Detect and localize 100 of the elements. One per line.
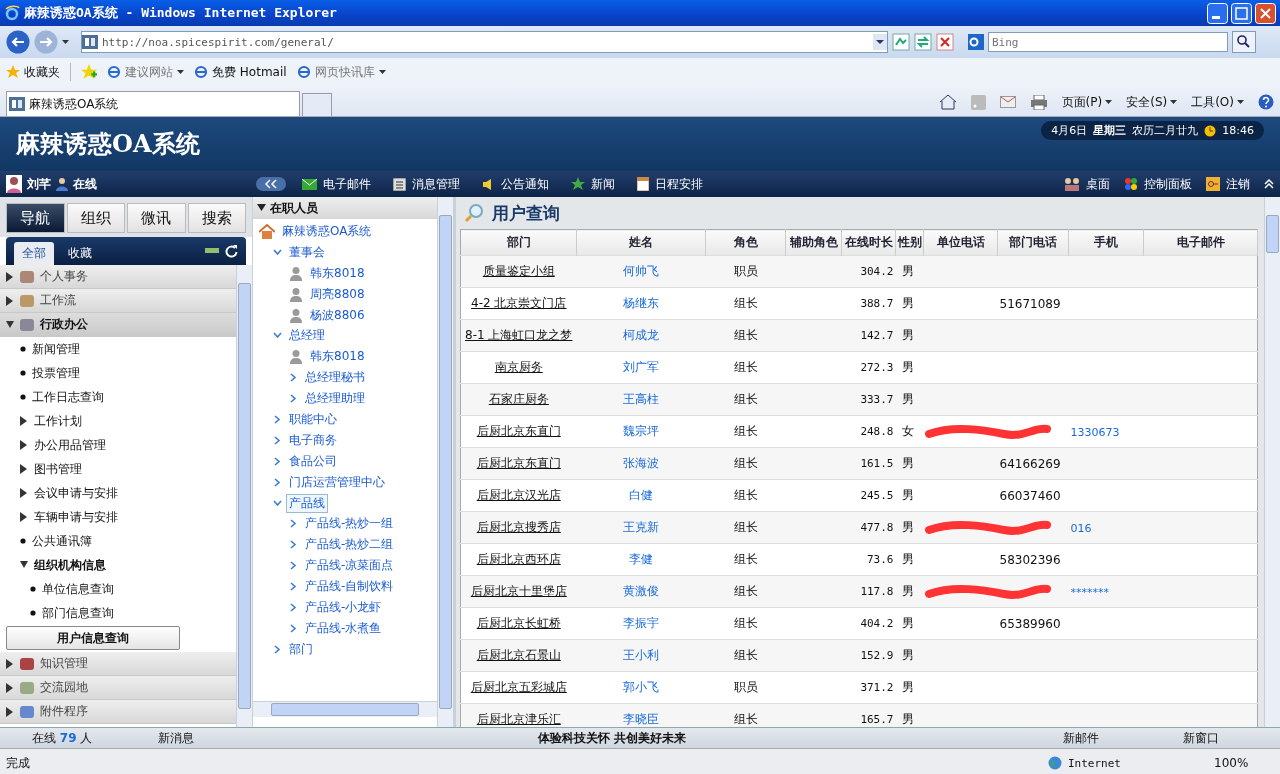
user-name[interactable]: 刘芊 xyxy=(27,175,51,193)
search-button[interactable] xyxy=(1232,31,1256,53)
expanded-arrow-icon[interactable] xyxy=(6,319,14,330)
add-favorite-icon[interactable] xyxy=(81,64,97,80)
chevron-right-icon[interactable] xyxy=(289,582,298,592)
nav-menu-item[interactable]: 公告通知 xyxy=(482,175,549,193)
name-link[interactable]: 白健 xyxy=(629,488,653,502)
menu-section[interactable]: 知识管理 xyxy=(0,652,236,676)
presence-status[interactable]: 在线 xyxy=(73,175,97,193)
back-button[interactable] xyxy=(6,30,30,54)
nav-menu-item[interactable]: 电子邮件 xyxy=(302,175,371,193)
name-link[interactable]: 李振宇 xyxy=(623,616,659,630)
stop-icon[interactable] xyxy=(936,33,954,51)
collapse-up-icon[interactable] xyxy=(1264,179,1274,189)
collapsed-arrow-icon[interactable] xyxy=(6,271,14,282)
collapsed-arrow-icon[interactable] xyxy=(6,706,14,717)
scrollbar[interactable] xyxy=(1264,197,1280,727)
favorite-link[interactable]: 建议网站 xyxy=(107,63,184,81)
department-link[interactable]: 4-2 北京崇文门店 xyxy=(471,296,567,310)
command-menu[interactable]: 安全(S) xyxy=(1126,93,1178,111)
menu-item[interactable]: 单位信息查询 xyxy=(0,577,236,601)
tree-item[interactable]: 门店运营管理中心 xyxy=(286,472,388,492)
collapsed-arrow-icon[interactable] xyxy=(20,464,28,474)
mail-link[interactable]: 新邮件 xyxy=(1063,729,1183,747)
column-header[interactable]: 单位电话 xyxy=(923,229,998,256)
tree-item[interactable]: 杨波8806 xyxy=(307,305,368,325)
subtab[interactable]: 全部 xyxy=(14,242,54,265)
chevron-down-icon[interactable] xyxy=(273,247,282,257)
scrollbar[interactable] xyxy=(437,197,453,727)
collapsed-arrow-icon[interactable] xyxy=(6,295,14,306)
collapse-button[interactable] xyxy=(256,177,286,191)
name-link[interactable]: 李健 xyxy=(629,552,653,566)
tree-item[interactable]: 产品线-水煮鱼 xyxy=(302,618,385,638)
tree-item[interactable]: 职能中心 xyxy=(286,409,340,429)
column-header[interactable]: 姓名 xyxy=(576,229,706,256)
menu-item[interactable]: 部门信息查询 xyxy=(0,601,236,625)
collapsed-arrow-icon[interactable] xyxy=(6,658,14,669)
chevron-down-icon[interactable] xyxy=(273,498,282,508)
menu-item[interactable]: 办公用品管理 xyxy=(0,433,236,457)
caret-icon[interactable] xyxy=(378,69,386,75)
chevron-right-icon[interactable] xyxy=(289,373,298,383)
column-header[interactable]: 部门电话 xyxy=(997,229,1069,256)
chevron-right-icon[interactable] xyxy=(289,623,298,633)
column-header[interactable]: 角色 xyxy=(705,229,786,256)
chevron-down-icon[interactable] xyxy=(273,331,282,341)
compatibility-icon[interactable] xyxy=(892,33,910,51)
menu-item[interactable]: 公共通讯簿 xyxy=(0,529,236,553)
nav-menu-item[interactable]: 新闻 xyxy=(571,175,615,193)
tree-item[interactable]: 韩东8018 xyxy=(307,263,368,283)
column-header[interactable]: 性别 xyxy=(895,229,924,256)
favorite-link[interactable]: 免费 Hotmail xyxy=(194,63,287,81)
menu-section[interactable]: 工作流 xyxy=(0,289,236,313)
name-link[interactable]: 黄激俊 xyxy=(623,584,659,598)
chevron-right-icon[interactable] xyxy=(289,561,298,571)
column-header[interactable]: 手机 xyxy=(1068,229,1144,256)
command-menu[interactable]: 工具(O) xyxy=(1191,93,1244,111)
menu-item[interactable]: 图书管理 xyxy=(0,457,236,481)
sidebar-tab[interactable]: 组织 xyxy=(66,203,125,233)
collapsed-arrow-icon[interactable] xyxy=(20,440,28,450)
chevron-right-icon[interactable] xyxy=(289,519,298,529)
tree-root[interactable]: 麻辣诱惑OA系统 xyxy=(279,221,375,241)
department-link[interactable]: 后厨北京西环店 xyxy=(476,552,561,566)
chevron-right-icon[interactable] xyxy=(289,540,298,550)
subtab[interactable]: 收藏 xyxy=(60,242,100,265)
nav-menu-item[interactable]: 消息管理 xyxy=(393,175,460,193)
home-icon[interactable] xyxy=(938,94,957,110)
tree-item[interactable]: 总经理助理 xyxy=(302,389,368,409)
nav-menu-item[interactable]: 桌面 xyxy=(1064,175,1110,193)
name-link[interactable]: 王小利 xyxy=(623,648,659,662)
printer-icon[interactable] xyxy=(1029,94,1048,110)
scrollbar[interactable] xyxy=(253,701,437,717)
nav-menu-item[interactable]: 注销 xyxy=(1206,175,1250,193)
menu-item[interactable]: 工作日志查询 xyxy=(0,385,236,409)
chevron-right-icon[interactable] xyxy=(273,477,282,487)
name-link[interactable]: 刘广军 xyxy=(623,360,659,374)
menu-section[interactable]: 行政办公 xyxy=(0,313,236,337)
name-link[interactable]: 王高柱 xyxy=(623,392,659,406)
tree-item[interactable]: 产品线 xyxy=(286,493,328,513)
tree-item[interactable]: 总经理秘书 xyxy=(302,368,368,388)
menu-item[interactable]: 工作计划 xyxy=(0,409,236,433)
chevron-right-icon[interactable] xyxy=(273,644,282,654)
maximize-button[interactable] xyxy=(1231,2,1252,24)
name-link[interactable]: 魏宗坪 xyxy=(623,424,659,438)
address-field[interactable]: http://noa.spicespirit.com/general/ xyxy=(81,31,888,53)
tree-item[interactable]: 产品线-小龙虾 xyxy=(302,597,385,617)
tree-item[interactable]: 董事会 xyxy=(286,242,328,262)
sidebar-tab[interactable]: 导航 xyxy=(6,203,65,233)
chevron-right-icon[interactable] xyxy=(273,414,282,424)
minimize-button[interactable] xyxy=(1207,2,1228,24)
expanded-arrow-icon[interactable] xyxy=(20,560,28,570)
sidebar-tab[interactable]: 微讯 xyxy=(127,203,186,233)
tree-item[interactable]: 周亮8808 xyxy=(307,284,368,304)
menu-item[interactable]: 组织机构信息 xyxy=(0,553,236,577)
panel-header[interactable]: 在职人员 xyxy=(253,197,437,219)
caret-icon[interactable] xyxy=(1237,99,1244,105)
tree-item[interactable]: 产品线-凉菜面点 xyxy=(302,556,397,576)
chevron-right-icon[interactable] xyxy=(273,435,282,445)
menu-section[interactable]: 附件程序 xyxy=(0,700,236,724)
name-link[interactable]: 郭小飞 xyxy=(623,680,659,694)
name-link[interactable]: 柯成龙 xyxy=(623,328,659,342)
